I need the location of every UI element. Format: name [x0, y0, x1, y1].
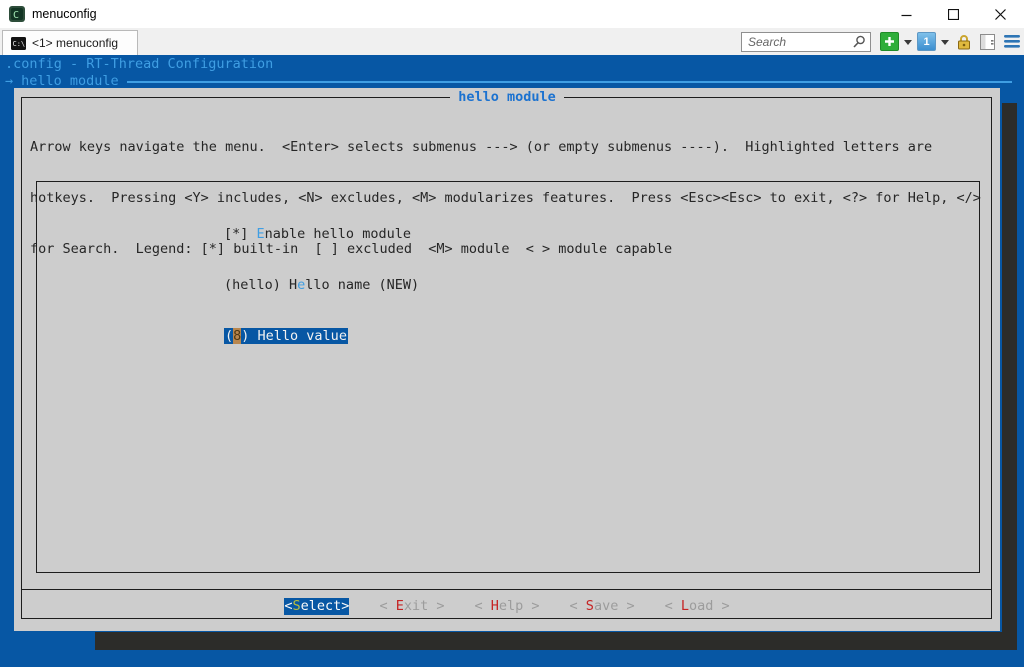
- minimize-icon: [901, 9, 912, 20]
- new-console-button[interactable]: [880, 32, 899, 51]
- app-window: C menuconfig C:\ <1> menuconfig: [0, 0, 1024, 667]
- lock-icon: [956, 34, 972, 50]
- dialog-shadow-right: [1002, 103, 1017, 650]
- titlebar: C menuconfig: [0, 0, 1024, 28]
- window-controls: [883, 0, 1024, 28]
- tab-menuconfig[interactable]: C:\ <1> menuconfig: [2, 30, 138, 55]
- search-box[interactable]: [741, 32, 871, 52]
- menu-list-box: [36, 181, 980, 573]
- select-button[interactable]: <Select>: [284, 598, 349, 615]
- buffer-view-button[interactable]: [978, 32, 997, 51]
- lock-button[interactable]: [954, 32, 973, 51]
- dialog-title: hello module: [450, 89, 564, 105]
- toolbar: 1: [741, 31, 1021, 52]
- terminal: .config - RT-Thread Configuration → hell…: [0, 55, 1024, 667]
- search-icon: [853, 35, 866, 48]
- console-list-dropdown-icon[interactable]: [941, 40, 949, 49]
- breadcrumb-arrow-icon: →: [5, 73, 13, 90]
- dialog-title-row: hello module: [14, 89, 1000, 106]
- conemu-app-icon: C: [9, 6, 25, 22]
- help-button[interactable]: < Help >: [474, 598, 539, 615]
- main-menu-button[interactable]: [1002, 32, 1021, 51]
- dialog: hello module Arrow keys navigate the men…: [14, 88, 1000, 631]
- close-icon: [995, 9, 1006, 20]
- plus-icon: [884, 36, 895, 47]
- menu-item-enable-hello-module[interactable]: [*] Enable hello module: [224, 226, 419, 243]
- console-icon: C:\: [11, 37, 26, 50]
- hotkey-letter: E: [257, 226, 265, 242]
- window-title: menuconfig: [32, 7, 97, 21]
- tab-bar: C:\ <1> menuconfig 1: [0, 28, 1024, 55]
- svg-text:C: C: [13, 10, 19, 21]
- minimize-button[interactable]: [883, 0, 930, 28]
- save-button[interactable]: < Save >: [570, 598, 635, 615]
- load-button[interactable]: < Load >: [665, 598, 730, 615]
- menu-item-hello-value[interactable]: (8) Hello value: [224, 328, 419, 345]
- backtitle: .config - RT-Thread Configuration: [5, 56, 273, 73]
- instruction-line: Arrow keys navigate the menu. <Enter> se…: [30, 139, 981, 156]
- breadcrumb-rule: [127, 81, 1012, 83]
- hamburger-icon: [1004, 35, 1020, 48]
- close-button[interactable]: [977, 0, 1024, 28]
- console-number: 1: [923, 36, 929, 48]
- dialog-shadow-bottom: [95, 632, 1017, 650]
- console-window-icon: [980, 34, 995, 50]
- maximize-button[interactable]: [930, 0, 977, 28]
- tab-label: <1> menuconfig: [32, 36, 118, 50]
- menu-item-hello-name[interactable]: (hello) Hello name (NEW): [224, 277, 419, 294]
- dialog-buttons: <Select> < Exit > < Help > < Save > < Lo…: [14, 598, 1000, 615]
- new-console-dropdown-icon[interactable]: [904, 40, 912, 49]
- exit-button[interactable]: < Exit >: [379, 598, 444, 615]
- menu-items: [*] Enable hello module (hello) Hello na…: [224, 192, 419, 379]
- svg-text:C:\: C:\: [13, 40, 26, 48]
- active-console-button[interactable]: 1: [917, 32, 936, 51]
- maximize-icon: [948, 9, 959, 20]
- search-input[interactable]: [746, 34, 853, 50]
- buttons-separator: [21, 589, 992, 590]
